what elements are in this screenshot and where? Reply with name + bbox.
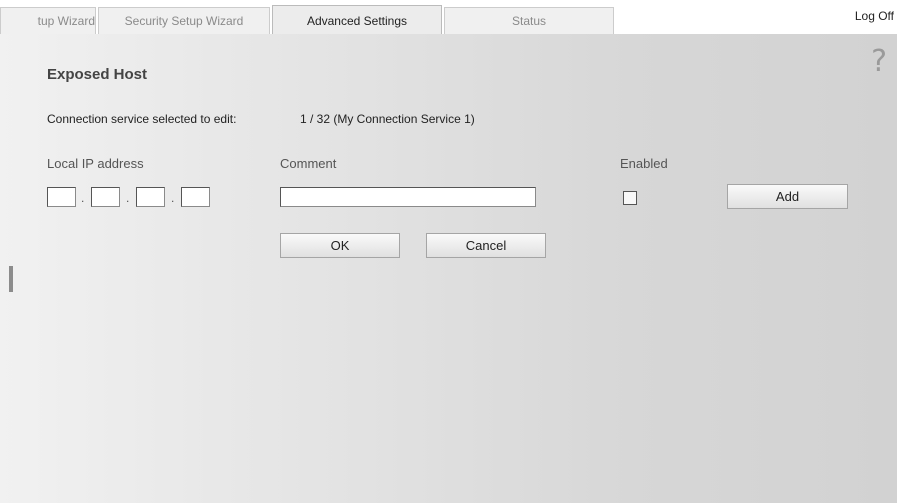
ip-separator: .	[81, 191, 85, 205]
ip-octet-2-input[interactable]	[91, 187, 120, 207]
page-title: Exposed Host	[47, 66, 148, 83]
ip-separator: .	[126, 191, 130, 205]
tab-security-setup-wizard[interactable]: Security Setup Wizard	[98, 7, 270, 34]
tab-label: Advanced Settings	[306, 14, 408, 28]
ok-button[interactable]: OK	[280, 233, 400, 258]
help-icon[interactable]: ?	[871, 44, 887, 79]
connection-value: 1 / 32 (My Connection Service 1)	[300, 112, 475, 126]
connection-label: Connection service selected to edit:	[47, 112, 237, 126]
tab-label: Status	[511, 14, 547, 28]
tab-advanced-settings[interactable]: Advanced Settings	[272, 5, 442, 35]
log-off-link[interactable]: Log Off	[855, 9, 894, 23]
column-header-ip: Local IP address	[47, 156, 144, 171]
enabled-checkbox[interactable]	[623, 191, 637, 205]
side-scroll-handle[interactable]	[9, 266, 13, 292]
tab-label: tup Wizard	[37, 14, 95, 28]
column-header-enabled: Enabled	[620, 156, 668, 171]
column-header-comment: Comment	[280, 156, 337, 171]
comment-input[interactable]	[280, 187, 536, 207]
tab-bar: tup Wizard Security Setup Wizard Advance…	[0, 0, 897, 35]
ip-octet-4-input[interactable]	[181, 187, 210, 207]
ip-separator: .	[171, 191, 175, 205]
tab-setup-wizard[interactable]: tup Wizard	[0, 7, 96, 34]
ip-octet-3-input[interactable]	[136, 187, 165, 207]
ip-octet-1-input[interactable]	[47, 187, 76, 207]
tab-label: Security Setup Wizard	[124, 14, 244, 28]
tab-status[interactable]: Status	[444, 7, 614, 34]
add-button[interactable]: Add	[727, 184, 848, 209]
cancel-button[interactable]: Cancel	[426, 233, 546, 258]
main-content: ?	[0, 34, 897, 503]
